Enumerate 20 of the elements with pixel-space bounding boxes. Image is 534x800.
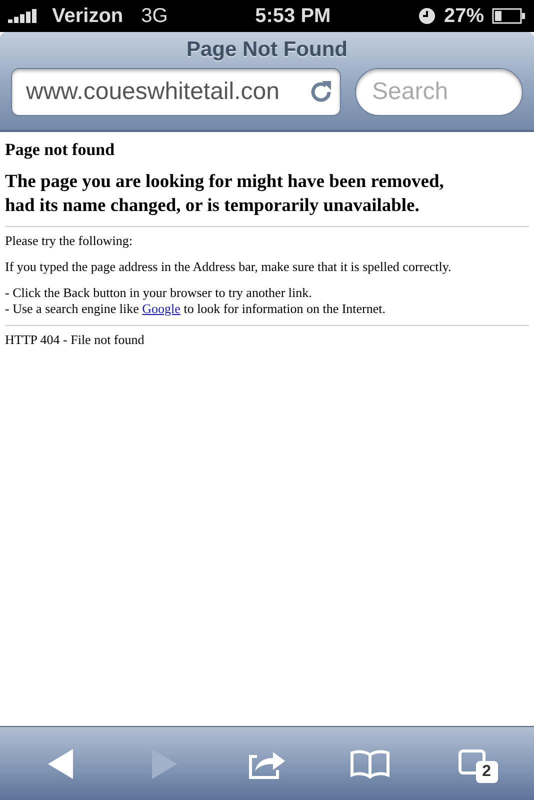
search-field[interactable]: Search [355, 68, 523, 116]
google-link[interactable]: Google [142, 301, 180, 316]
battery-percent: 27% [444, 4, 484, 28]
step-text: - Click the Back button in your browser to try another link. [5, 285, 313, 301]
reload-icon[interactable] [308, 79, 334, 105]
page-heading: Page not found [5, 140, 116, 160]
battery-icon [492, 8, 526, 24]
prompt-text: Please try the following: [5, 233, 134, 249]
error-code: HTTP 404 - File not found [5, 332, 146, 348]
tabs-button[interactable]: 2 [438, 738, 508, 788]
clock-time: 5:53 PM [255, 4, 331, 28]
tip-text: If you typed the page address in the Address bar, make sure that it is spelled correctly. [5, 259, 452, 275]
error-message: The page you are looking for might have been removed, had its name changed, or is temporarily unavailable. [5, 171, 445, 218]
page-title: Page Not Found [186, 38, 348, 63]
step-text: - Use a search engine like Google to look for information on the Internet. [5, 301, 387, 317]
network-type: 3G [141, 4, 168, 28]
address-field[interactable]: www.coueswhitetail.con [11, 68, 341, 116]
clock-icon [418, 7, 436, 25]
carrier-name: Verizon [52, 4, 124, 28]
tab-count: 2 [476, 760, 498, 782]
